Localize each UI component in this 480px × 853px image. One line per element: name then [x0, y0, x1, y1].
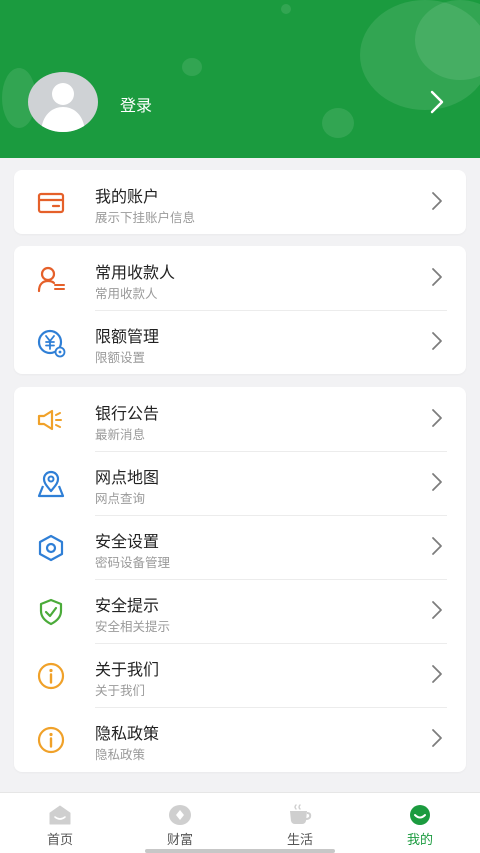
account-card: 我的账户 展示下挂账户信息 [14, 170, 466, 234]
yuan-limit-icon [37, 329, 66, 358]
menu-subtitle: 安全相关提示 [95, 619, 171, 634]
menu-row-privacy-policy[interactable]: 隐私政策 隐私政策 [14, 707, 466, 771]
menu-row-announcement[interactable]: 银行公告 最新消息 [14, 387, 466, 451]
chevron-right-icon [432, 192, 442, 210]
menu-title: 关于我们 [95, 660, 160, 679]
decor-bubble [322, 108, 354, 138]
menu-row-my-account[interactable]: 我的账户 展示下挂账户信息 [14, 170, 466, 234]
menu-subtitle: 常用收款人 [95, 286, 158, 301]
menu-title: 网点地图 [95, 468, 160, 487]
profile-header: 登录 [0, 0, 480, 158]
menu-subtitle: 隐私政策 [95, 747, 146, 762]
chevron-right-icon [432, 332, 442, 350]
smile-icon [410, 805, 430, 825]
tab-label: 生活 [286, 833, 313, 848]
hex-gear-icon [38, 534, 64, 562]
tab-life[interactable]: 生活 [240, 793, 360, 853]
menu-row-about-us[interactable]: 关于我们 关于我们 [14, 643, 466, 707]
decor-bubble [281, 4, 291, 14]
menu-row-limit[interactable]: 限额管理 限额设置 [14, 310, 466, 374]
menu-title: 限额管理 [95, 327, 160, 346]
tab-mine[interactable]: 我的 [360, 793, 480, 853]
payee-card: 常用收款人 常用收款人 限额管理 限额设置 [14, 246, 466, 374]
info-icon [37, 662, 65, 690]
tab-home[interactable]: 首页 [0, 793, 120, 853]
menu-subtitle: 网点查询 [95, 491, 146, 506]
home-indicator[interactable] [145, 849, 335, 853]
menu-title: 我的账户 [95, 187, 160, 206]
chevron-right-icon [432, 601, 442, 619]
menu-title: 安全设置 [95, 532, 160, 551]
info-icon [37, 726, 65, 754]
chevron-right-icon [432, 665, 442, 683]
megaphone-icon [37, 409, 62, 431]
chevron-right-icon[interactable] [428, 89, 446, 115]
menu-title: 安全提示 [95, 596, 160, 615]
decor-bubble [182, 58, 202, 76]
menu-subtitle: 密码设备管理 [95, 555, 171, 570]
tab-wealth[interactable]: 财富 [120, 793, 240, 853]
service-card: 银行公告 最新消息 网点地图 网点查询 安全设置 密码设备管理 安全提示 安全相… [14, 387, 466, 772]
menu-title: 隐私政策 [95, 724, 160, 743]
menu-row-security-settings[interactable]: 安全设置 密码设备管理 [14, 515, 466, 579]
menu-row-security-tips[interactable]: 安全提示 安全相关提示 [14, 579, 466, 643]
map-pin-icon [37, 470, 65, 498]
menu-title: 常用收款人 [95, 263, 176, 282]
menu-subtitle: 最新消息 [95, 427, 146, 442]
shield-check-icon [39, 598, 63, 626]
menu-subtitle: 关于我们 [95, 683, 146, 698]
card-icon [37, 192, 65, 214]
chevron-right-icon [432, 268, 442, 286]
bottom-tab-bar: 首页 财富 生活 我的 [0, 792, 480, 853]
coffee-cup-icon [290, 804, 312, 824]
decor-bubble [360, 0, 480, 110]
user-avatar[interactable] [28, 72, 98, 132]
login-link[interactable]: 登录 [120, 92, 152, 116]
chevron-right-icon [432, 473, 442, 491]
payee-icon [37, 266, 65, 293]
tab-label: 我的 [406, 833, 433, 848]
tab-label: 财富 [166, 833, 193, 848]
wealth-icon [169, 805, 191, 825]
menu-row-payee[interactable]: 常用收款人 常用收款人 [14, 246, 466, 310]
chevron-right-icon [432, 729, 442, 747]
menu-subtitle: 展示下挂账户信息 [95, 210, 196, 225]
menu-subtitle: 限额设置 [95, 350, 146, 365]
chevron-right-icon [432, 409, 442, 427]
tab-label: 首页 [46, 833, 73, 848]
menu-title: 银行公告 [95, 404, 160, 423]
menu-row-branch-map[interactable]: 网点地图 网点查询 [14, 451, 466, 515]
home-icon [49, 805, 71, 825]
chevron-right-icon [432, 537, 442, 555]
